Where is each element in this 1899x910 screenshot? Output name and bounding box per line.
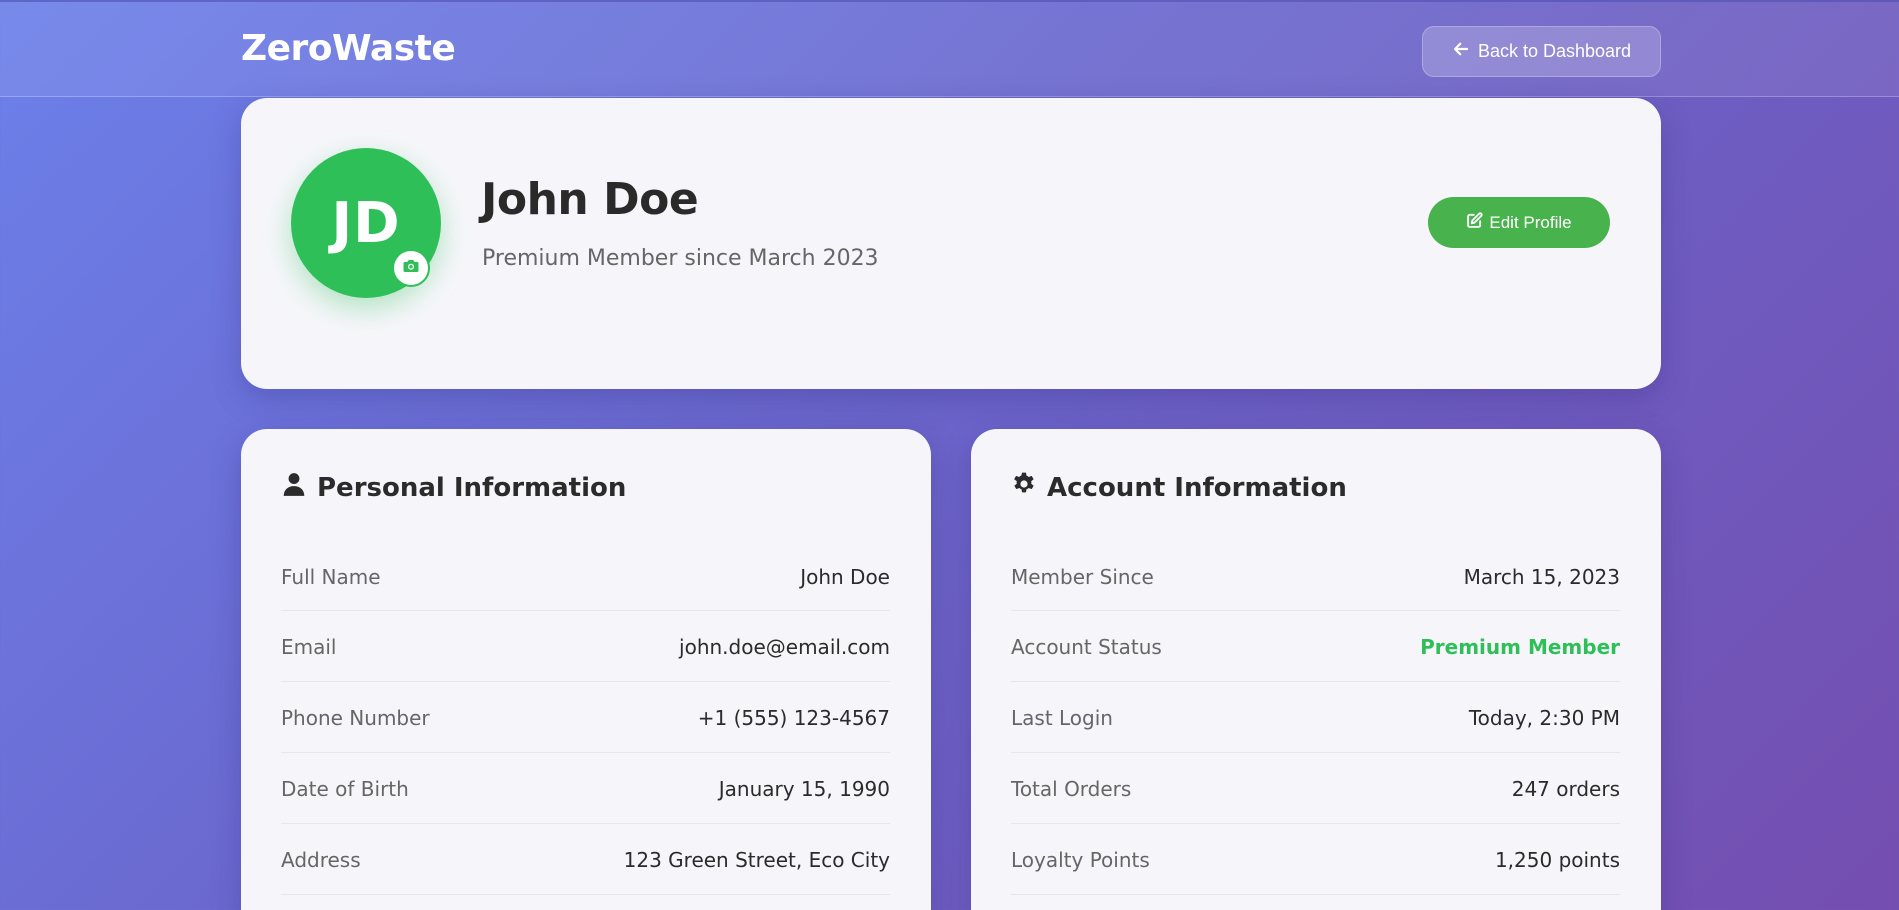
info-label: Total Orders [1011,777,1132,801]
info-value: 123 Green Street, Eco City [623,848,890,872]
info-value: 247 orders [1511,777,1620,801]
info-row-phone-number: Phone Number +1 (555) 123-4567 [281,682,890,753]
top-navbar: ZeroWaste Back to Dashboard [0,0,1899,97]
info-value: John Doe [800,564,890,589]
info-label: Full Name [281,564,381,589]
info-label: Email [281,635,337,659]
info-label: Last Login [1011,706,1113,730]
personal-info-list: Full Name John Doe Email john.doe@email.… [281,541,890,895]
back-to-dashboard-label: Back to Dashboard [1477,41,1632,61]
back-to-dashboard-button[interactable]: Back to Dashboard [1422,26,1661,77]
user-icon [281,471,307,504]
info-label: Date of Birth [281,777,409,801]
info-row-last-login: Last Login Today, 2:30 PM [1011,682,1620,753]
personal-information-heading: Personal Information [281,471,626,504]
info-value: January 15, 1990 [718,777,890,801]
info-row-full-name: Full Name John Doe [281,541,890,611]
account-information-card: Account Information Member Since March 1… [971,429,1661,910]
personal-information-title: Personal Information [317,472,627,503]
status-badge: Premium Member [1420,635,1620,659]
info-row-total-orders: Total Orders 247 orders [1011,753,1620,824]
info-label: Address [281,848,361,872]
info-label: Member Since [1011,564,1154,589]
info-label: Account Status [1011,635,1162,659]
info-row-loyalty-points: Loyalty Points 1,250 points [1011,824,1620,895]
arrow-left-icon [1452,40,1470,63]
info-value: +1 (555) 123-4567 [697,706,890,730]
account-information-heading: Account Information [1011,471,1347,504]
change-photo-button[interactable] [392,249,430,287]
info-row-date-of-birth: Date of Birth January 15, 1990 [281,753,890,824]
profile-card: JD John Doe Premium Member since March 2… [241,98,1661,389]
camera-icon [402,257,420,279]
membership-subtitle: Premium Member since March 2023 [482,246,879,271]
app-logo[interactable]: ZeroWaste [241,28,456,69]
info-label: Loyalty Points [1011,848,1150,872]
info-value: 1,250 points [1494,848,1620,872]
gear-icon [1011,471,1037,504]
info-value: March 15, 2023 [1463,564,1620,589]
avatar-initials: JD [331,190,401,256]
info-label: Phone Number [281,706,430,730]
edit-profile-label: Edit Profile [1489,212,1572,232]
info-value: Today, 2:30 PM [1468,706,1620,730]
edit-profile-button[interactable]: Edit Profile [1428,197,1610,248]
info-value: john.doe@email.com [679,635,890,659]
profile-name: John Doe [481,174,699,225]
info-row-member-since: Member Since March 15, 2023 [1011,541,1620,611]
info-row-address: Address 123 Green Street, Eco City [281,824,890,895]
account-information-title: Account Information [1047,472,1347,503]
personal-information-card: Personal Information Full Name John Doe … [241,429,931,910]
account-info-list: Member Since March 15, 2023 Account Stat… [1011,541,1620,895]
edit-icon [1466,211,1483,234]
info-row-account-status: Account Status Premium Member [1011,611,1620,682]
info-row-email: Email john.doe@email.com [281,611,890,682]
